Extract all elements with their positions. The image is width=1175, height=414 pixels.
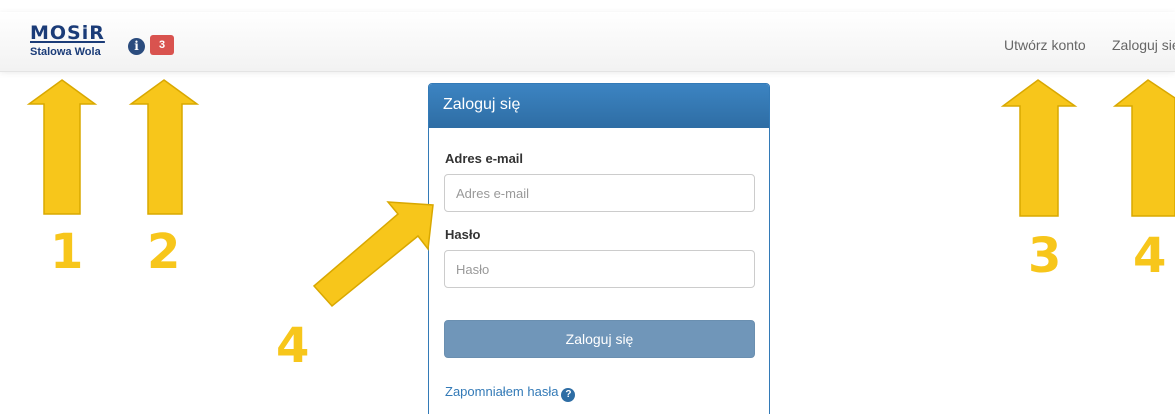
annotation-number: 3 [1028, 228, 1062, 284]
logo-wordmark: MOSiR [30, 22, 105, 44]
annotation-arrow-4-nav [1112, 79, 1175, 217]
annotation-arrow-3 [1000, 79, 1078, 217]
logo[interactable]: MOSiR Stalowa Wola [30, 24, 120, 64]
email-label: Adres e-mail [445, 151, 524, 166]
annotation-number: 1 [50, 224, 84, 280]
annotation-arrow-1 [26, 79, 98, 215]
email-field[interactable] [444, 174, 755, 212]
annotation-number: 4 [1133, 228, 1167, 284]
login-link[interactable]: Zaloguj się [1112, 37, 1175, 53]
logo-subtitle: Stalowa Wola [30, 46, 101, 58]
page: MOSiR Stalowa Wola i 3 Utwórz konto Zalo… [0, 0, 1175, 414]
notification-badge[interactable]: 3 [150, 35, 174, 55]
create-account-link[interactable]: Utwórz konto [1004, 37, 1086, 53]
annotation-arrow-2 [128, 79, 200, 215]
login-panel-title: Zaloguj się [429, 84, 769, 128]
annotation-number: 4 [276, 318, 310, 374]
forgot-password-label: Zapomniałem hasła [445, 384, 559, 399]
annotation-arrow-4-email [312, 201, 434, 308]
info-icon[interactable]: i [128, 38, 145, 55]
question-circle-icon: ? [561, 388, 576, 402]
top-navbar: MOSiR Stalowa Wola i 3 Utwórz konto Zalo… [0, 12, 1175, 72]
password-field[interactable] [444, 250, 755, 288]
login-panel: Zaloguj się Adres e-mail Hasło Zaloguj s… [428, 83, 770, 414]
password-label: Hasło [445, 227, 481, 242]
forgot-password-link[interactable]: Zapomniałem hasła? [445, 384, 576, 402]
annotation-number: 2 [147, 224, 181, 280]
login-submit-button[interactable]: Zaloguj się [444, 320, 755, 358]
